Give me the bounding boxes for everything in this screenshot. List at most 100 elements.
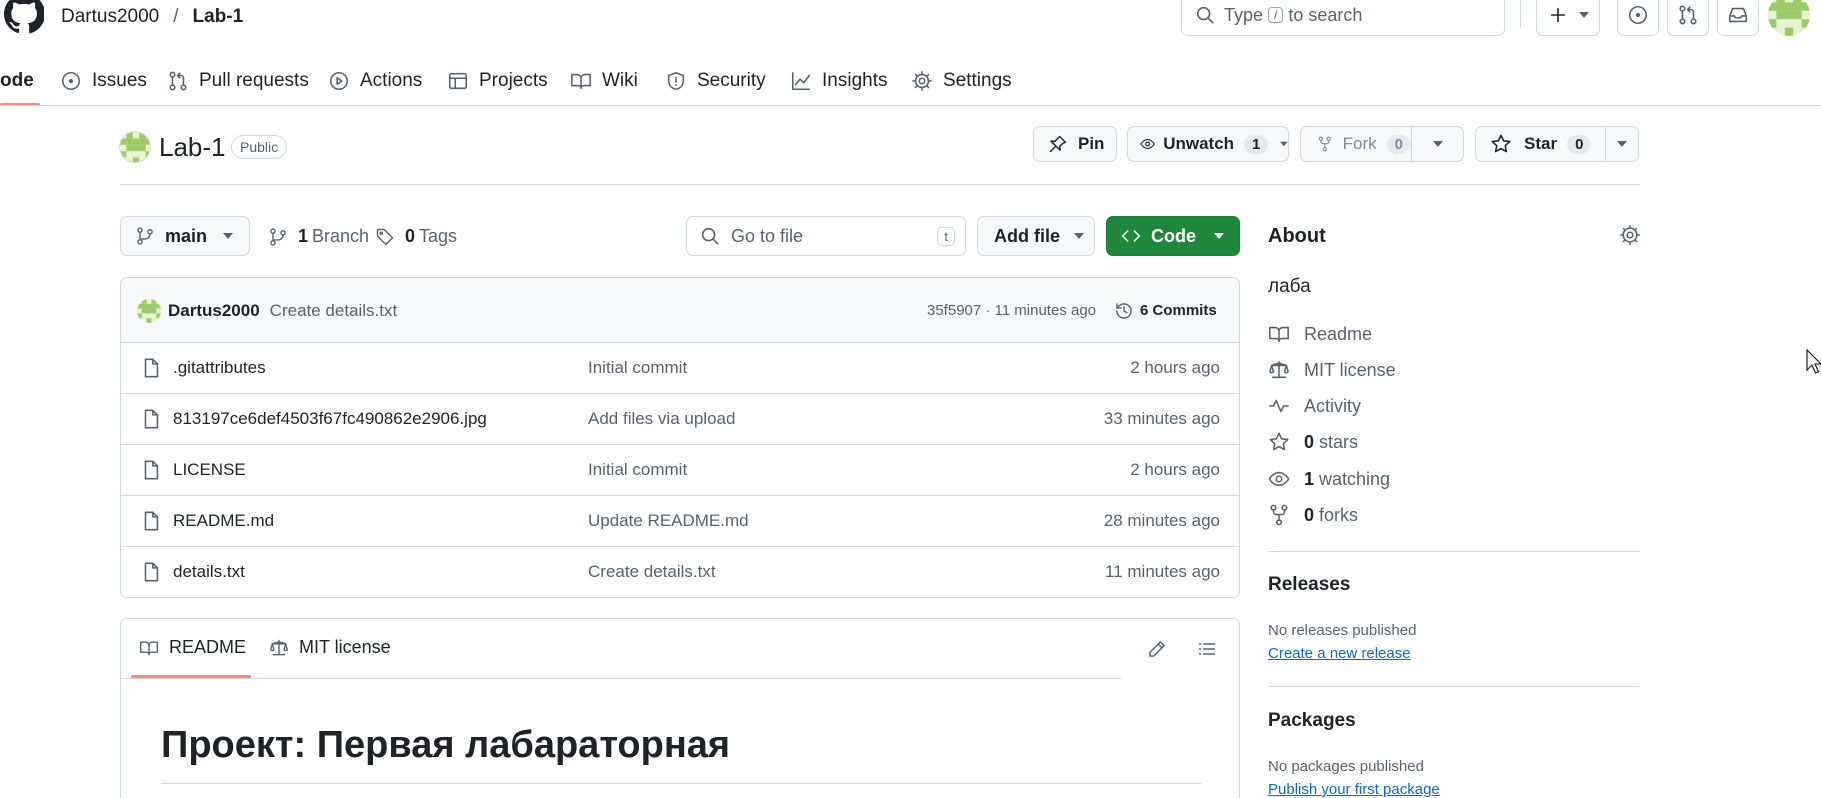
book-icon: [1269, 326, 1289, 343]
tab-pull-requests[interactable]: Pull requests: [167, 58, 309, 104]
table-icon: [448, 72, 468, 90]
file-commit-message[interactable]: Initial commit: [588, 460, 687, 480]
fork-icon: [1318, 136, 1331, 152]
star-icon: [1491, 134, 1511, 153]
star-dropdown-button[interactable]: [1605, 126, 1639, 162]
pulse-icon: [1269, 399, 1289, 413]
github-logo-icon[interactable]: [4, 0, 44, 34]
file-time: 28 minutes ago: [1103, 511, 1220, 530]
file-time: 11 minutes ago: [1105, 562, 1220, 581]
star-icon: [1269, 432, 1289, 451]
code-button[interactable]: Code: [1106, 216, 1240, 256]
unwatch-button[interactable]: Unwatch 1: [1127, 126, 1289, 162]
about-title: About: [1268, 225, 1326, 247]
file-name[interactable]: .gitattributes: [173, 358, 266, 378]
eye-icon: [1140, 139, 1155, 149]
about-readme-link[interactable]: Readme: [1268, 323, 1372, 345]
tab-actions[interactable]: Actions: [328, 58, 422, 104]
commit-message[interactable]: Create details.txt: [270, 301, 398, 321]
owner-link[interactable]: Dartus2000: [61, 6, 159, 28]
inbox-button[interactable]: [1717, 0, 1759, 36]
book-icon: [571, 73, 591, 90]
tab-insights[interactable]: Insights: [790, 58, 887, 104]
fork-dropdown-button[interactable]: [1411, 126, 1464, 162]
tags-link[interactable]: 0 Tags: [375, 226, 457, 247]
branch-selector[interactable]: main: [120, 216, 250, 256]
chevron-down-icon: [1074, 233, 1084, 239]
repo-title[interactable]: Lab-1: [159, 132, 226, 163]
about-forks-link[interactable]: 0 forks: [1268, 504, 1358, 526]
edit-pencil-icon[interactable]: [1147, 639, 1167, 659]
file-row[interactable]: .gitattributes Initial commit 2 hours ag…: [120, 342, 1240, 393]
about-stars-link[interactable]: 0 stars: [1268, 431, 1358, 453]
about-watching-link[interactable]: 1 watching: [1268, 468, 1390, 490]
publish-package-link[interactable]: Publish your first package: [1268, 781, 1440, 798]
search-input[interactable]: Type / to search: [1181, 0, 1505, 36]
chevron-down-icon: [1617, 141, 1627, 147]
user-avatar[interactable]: [1768, 0, 1810, 36]
packages-title[interactable]: Packages: [1268, 710, 1356, 732]
repo-description: лаба: [1268, 276, 1311, 297]
releases-title[interactable]: Releases: [1268, 574, 1350, 596]
mouse-cursor-icon: [1806, 349, 1821, 374]
pin-button[interactable]: Pin: [1033, 126, 1117, 162]
tab-license[interactable]: MIT license: [269, 637, 391, 658]
file-row[interactable]: 813197ce6def4503f67fc490862e2906.jpg Add…: [120, 393, 1240, 444]
law-icon: [1269, 360, 1289, 379]
chevron-down-icon: [223, 233, 234, 239]
tab-security[interactable]: Security: [665, 58, 766, 104]
commit-author[interactable]: Dartus2000: [168, 301, 260, 321]
tab-projects[interactable]: Projects: [447, 58, 548, 104]
file-time: 2 hours ago: [1130, 460, 1220, 479]
chevron-down-icon: [1579, 12, 1589, 18]
chevron-down-icon: [1280, 141, 1288, 147]
branch-icon: [137, 227, 153, 245]
star-button[interactable]: Star 0: [1475, 126, 1606, 162]
eye-icon: [1268, 471, 1290, 487]
law-icon: [269, 639, 289, 655]
file-name[interactable]: README.md: [173, 511, 274, 531]
graph-icon: [791, 71, 811, 91]
tab-issues[interactable]: Issues: [60, 58, 147, 104]
about-activity-link[interactable]: Activity: [1268, 395, 1361, 417]
about-license-link[interactable]: MIT license: [1268, 359, 1396, 381]
commit-hash-time[interactable]: 35f5907 · 11 minutes ago: [927, 302, 1096, 319]
go-to-file-input[interactable]: Go to file t: [686, 216, 966, 256]
tab-settings[interactable]: Settings: [911, 58, 1012, 104]
issues-button[interactable]: [1617, 0, 1659, 36]
pull-request-icon: [169, 71, 187, 91]
gear-icon[interactable]: [1619, 224, 1641, 246]
create-new-button[interactable]: [1536, 0, 1600, 36]
issue-icon: [1628, 5, 1648, 25]
commit-author-avatar[interactable]: [137, 298, 161, 323]
file-commit-message[interactable]: Initial commit: [588, 358, 687, 378]
pull-requests-button[interactable]: [1667, 0, 1709, 36]
tab-wiki[interactable]: Wiki: [570, 58, 638, 104]
file-time: 2 hours ago: [1130, 358, 1220, 377]
commits-link[interactable]: 6 Commits: [1114, 301, 1217, 321]
file-icon: [144, 511, 159, 531]
file-name[interactable]: 813197ce6def4503f67fc490862e2906.jpg: [173, 409, 487, 429]
tab-code[interactable]: ode: [0, 58, 34, 104]
tab-readme[interactable]: README: [139, 637, 246, 658]
file-row[interactable]: README.md Update README.md 28 minutes ag…: [120, 495, 1240, 546]
repo-link[interactable]: Lab-1: [193, 6, 244, 28]
tag-icon: [376, 228, 394, 245]
file-name[interactable]: LICENSE: [173, 460, 246, 480]
file-commit-message[interactable]: Create details.txt: [588, 562, 716, 582]
file-icon: [144, 562, 159, 582]
file-row[interactable]: details.txt Create details.txt 11 minute…: [120, 546, 1240, 597]
add-file-button[interactable]: Add file: [977, 216, 1095, 256]
file-name[interactable]: details.txt: [173, 562, 245, 582]
fork-button[interactable]: Fork 0: [1300, 126, 1412, 162]
file-commit-message[interactable]: Update README.md: [588, 511, 749, 531]
plus-icon: [1550, 7, 1566, 23]
file-commit-message[interactable]: Add files via upload: [588, 409, 735, 429]
create-release-link[interactable]: Create a new release: [1268, 645, 1411, 662]
chevron-down-icon: [1432, 141, 1443, 147]
outline-list-icon[interactable]: [1197, 639, 1217, 659]
branches-link[interactable]: 1 Branch: [268, 226, 369, 247]
fork-icon: [1270, 504, 1288, 526]
shield-icon: [667, 71, 685, 91]
file-row[interactable]: LICENSE Initial commit 2 hours ago: [120, 444, 1240, 495]
